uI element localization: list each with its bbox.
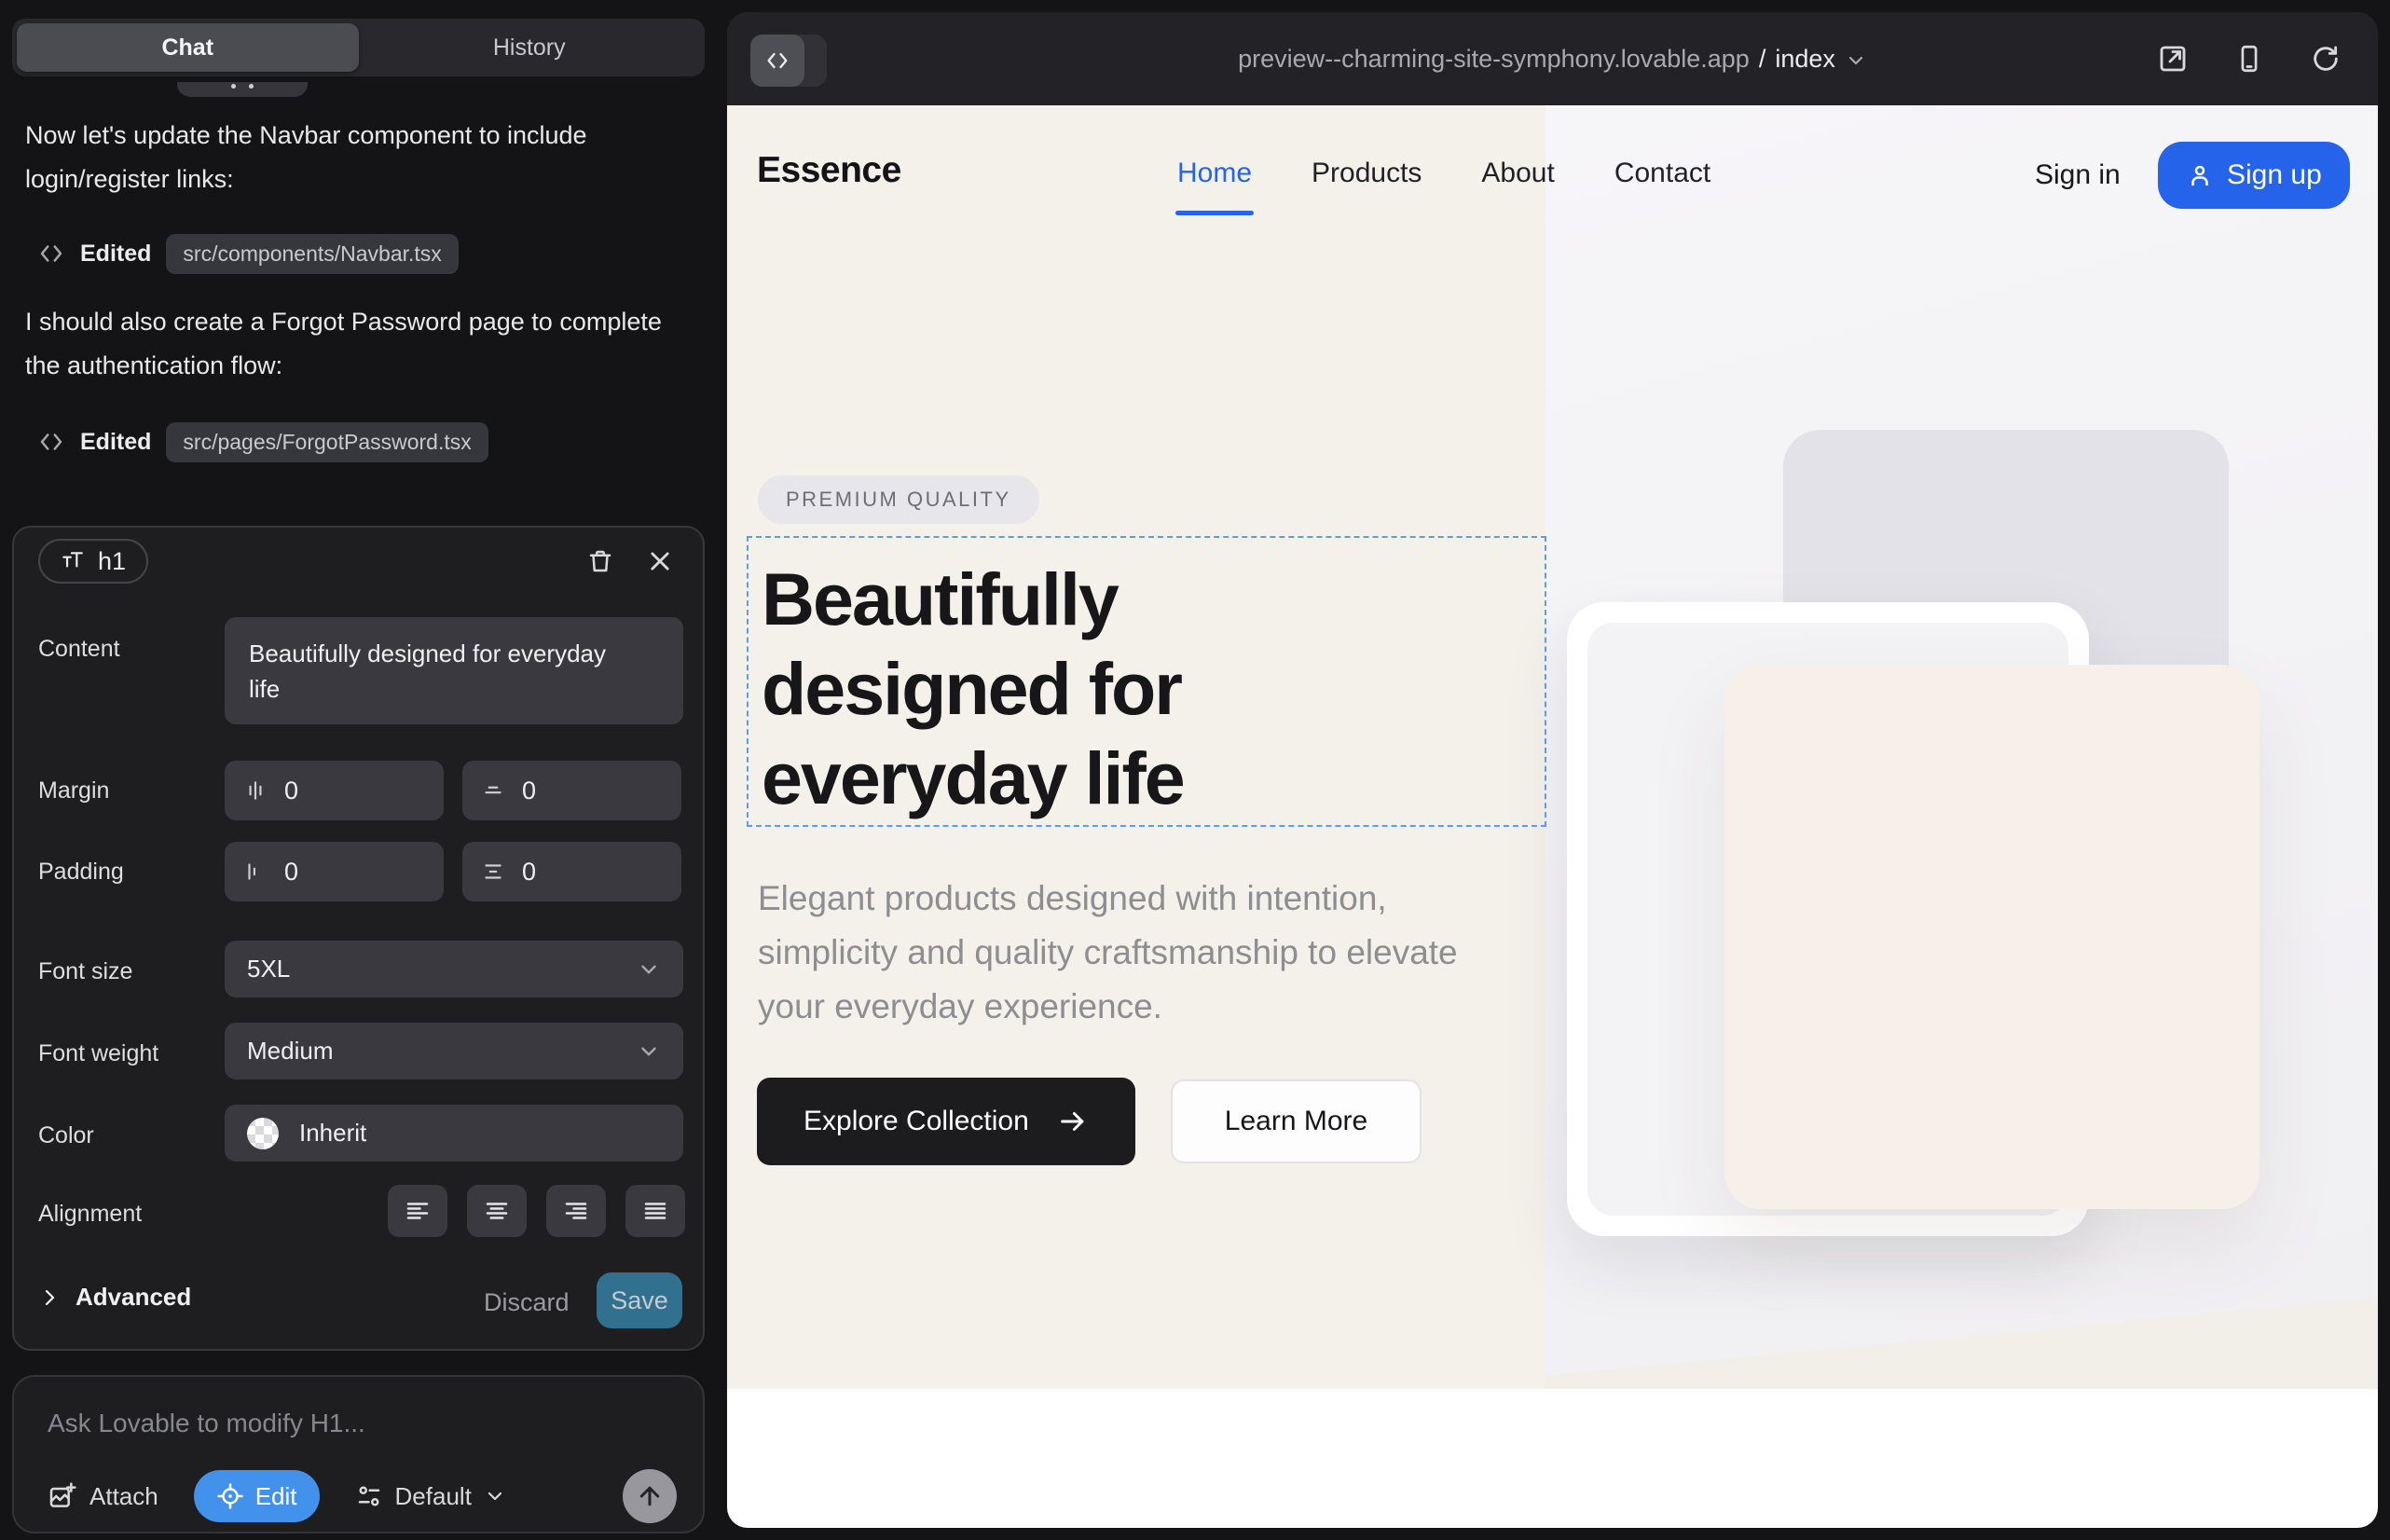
advanced-toggle[interactable]: Advanced bbox=[38, 1283, 191, 1312]
margin-vertical-input[interactable]: 0 bbox=[462, 761, 681, 820]
scrolled-element-fragment bbox=[177, 82, 308, 97]
padding-label: Padding bbox=[38, 859, 124, 886]
color-label: Color bbox=[38, 1122, 94, 1149]
font-size-label: Font size bbox=[38, 958, 132, 985]
sign-in-link[interactable]: Sign in bbox=[2035, 159, 2121, 191]
arrow-up-icon bbox=[636, 1482, 664, 1510]
chat-message: I should also create a Forgot Password p… bbox=[25, 300, 678, 388]
external-link-icon bbox=[2156, 42, 2190, 76]
close-editor-button[interactable] bbox=[639, 541, 680, 582]
file-chip[interactable]: src/components/Navbar.tsx bbox=[166, 234, 458, 274]
align-right-button[interactable] bbox=[546, 1185, 606, 1237]
chevron-down-icon bbox=[1845, 49, 1867, 72]
type-icon bbox=[61, 549, 85, 573]
refresh-button[interactable] bbox=[2307, 40, 2344, 77]
align-justify-button[interactable] bbox=[625, 1185, 685, 1237]
font-size-select[interactable]: 5XL bbox=[225, 941, 683, 997]
site-logo[interactable]: Essence bbox=[757, 150, 901, 191]
attach-icon bbox=[48, 1481, 77, 1511]
font-weight-label: Font weight bbox=[38, 1040, 158, 1067]
sign-up-button[interactable]: Sign up bbox=[2158, 142, 2350, 209]
hero-heading: Beautifully designed for everyday life bbox=[762, 555, 1184, 823]
hero-card-cream bbox=[1724, 665, 2260, 1209]
refresh-icon bbox=[2310, 43, 2342, 75]
arrow-right-icon bbox=[1057, 1106, 1089, 1137]
premium-quality-badge: PREMIUM QUALITY bbox=[758, 475, 1039, 524]
save-button[interactable]: Save bbox=[597, 1272, 682, 1328]
tab-chat[interactable]: Chat bbox=[17, 23, 359, 72]
url-bar[interactable]: preview--charming-site-symphony.lovable.… bbox=[727, 12, 2378, 105]
edit-mode-button[interactable]: Edit bbox=[194, 1470, 320, 1522]
margin-label: Margin bbox=[38, 777, 109, 804]
nav-link-home[interactable]: Home bbox=[1177, 158, 1252, 189]
chevron-down-icon bbox=[637, 957, 661, 982]
code-icon bbox=[37, 240, 65, 268]
chat-history-tabbar: Chat History bbox=[12, 19, 705, 76]
chevron-down-icon bbox=[637, 1039, 661, 1064]
file-chip[interactable]: src/pages/ForgotPassword.tsx bbox=[166, 422, 488, 462]
target-icon bbox=[216, 1482, 244, 1510]
model-mode-select[interactable]: Default bbox=[355, 1482, 506, 1511]
send-button[interactable] bbox=[623, 1469, 677, 1523]
chat-composer: Attach Edit Default bbox=[12, 1375, 705, 1533]
tag-name: h1 bbox=[98, 547, 126, 576]
chat-message: Now let's update the Navbar component to… bbox=[25, 114, 678, 201]
selected-element-tag[interactable]: h1 bbox=[38, 539, 148, 584]
discard-button[interactable]: Discard bbox=[484, 1288, 570, 1317]
trash-icon bbox=[586, 547, 614, 575]
margin-horizontal-icon bbox=[243, 778, 268, 803]
padding-vertical-input[interactable]: 0 bbox=[462, 842, 681, 901]
delete-element-button[interactable] bbox=[580, 541, 621, 582]
margin-vertical-icon bbox=[481, 778, 505, 803]
element-editor-panel: h1 Content Beautifully designed for ever… bbox=[12, 526, 705, 1351]
attach-button[interactable]: Attach bbox=[48, 1481, 158, 1511]
hero-paragraph: Elegant products designed with intention… bbox=[758, 872, 1532, 1034]
nav-link-products[interactable]: Products bbox=[1312, 158, 1422, 189]
learn-more-button[interactable]: Learn More bbox=[1171, 1079, 1422, 1163]
chevron-down-icon bbox=[484, 1485, 506, 1507]
user-icon bbox=[2186, 161, 2214, 189]
align-center-icon bbox=[483, 1197, 511, 1225]
site-navbar: Essence Home Products About Contact Sign… bbox=[727, 105, 2378, 254]
h1-selection-outline[interactable]: Beautifully designed for everyday life bbox=[747, 536, 1546, 827]
preview-browser-frame: preview--charming-site-symphony.lovable.… bbox=[727, 12, 2378, 1528]
alignment-label: Alignment bbox=[38, 1201, 142, 1228]
align-left-icon bbox=[404, 1197, 432, 1225]
url-page: index bbox=[1775, 45, 1835, 74]
url-separator: / bbox=[1759, 45, 1766, 74]
align-center-button[interactable] bbox=[467, 1185, 527, 1237]
url-host: preview--charming-site-symphony.lovable.… bbox=[1238, 45, 1750, 74]
color-swatch bbox=[247, 1118, 279, 1149]
edited-file-row[interactable]: Edited src/pages/ForgotPassword.tsx bbox=[37, 421, 488, 462]
preview-site: Essence Home Products About Contact Sign… bbox=[727, 105, 2378, 1528]
sliders-icon bbox=[355, 1482, 383, 1510]
padding-horizontal-icon bbox=[243, 859, 268, 884]
edited-label: Edited bbox=[80, 241, 151, 268]
chevron-right-icon bbox=[38, 1286, 61, 1309]
preview-toolbar: preview--charming-site-symphony.lovable.… bbox=[727, 12, 2378, 105]
nav-link-about[interactable]: About bbox=[1481, 158, 1554, 189]
mobile-view-button[interactable] bbox=[2231, 40, 2268, 77]
lovable-side-panel: Chat History Now let's update the Navbar… bbox=[0, 0, 727, 1540]
explore-collection-button[interactable]: Explore Collection bbox=[757, 1078, 1135, 1165]
padding-horizontal-input[interactable]: 0 bbox=[225, 842, 444, 901]
edited-file-row[interactable]: Edited src/components/Navbar.tsx bbox=[37, 233, 459, 274]
edited-label: Edited bbox=[80, 429, 151, 456]
content-input[interactable]: Beautifully designed for everyday life bbox=[225, 617, 683, 724]
content-label: Content bbox=[38, 636, 120, 663]
mobile-icon bbox=[2233, 43, 2265, 75]
nav-link-contact[interactable]: Contact bbox=[1614, 158, 1710, 189]
align-justify-icon bbox=[641, 1197, 669, 1225]
tab-history[interactable]: History bbox=[359, 23, 701, 72]
composer-input[interactable] bbox=[48, 1401, 653, 1446]
color-select[interactable]: Inherit bbox=[225, 1105, 683, 1162]
align-right-icon bbox=[562, 1197, 590, 1225]
open-external-button[interactable] bbox=[2154, 40, 2191, 77]
close-icon bbox=[647, 548, 673, 574]
font-weight-select[interactable]: Medium bbox=[225, 1023, 683, 1079]
margin-horizontal-input[interactable]: 0 bbox=[225, 761, 444, 820]
align-left-button[interactable] bbox=[388, 1185, 447, 1237]
code-icon bbox=[37, 428, 65, 456]
padding-vertical-icon bbox=[481, 859, 505, 884]
